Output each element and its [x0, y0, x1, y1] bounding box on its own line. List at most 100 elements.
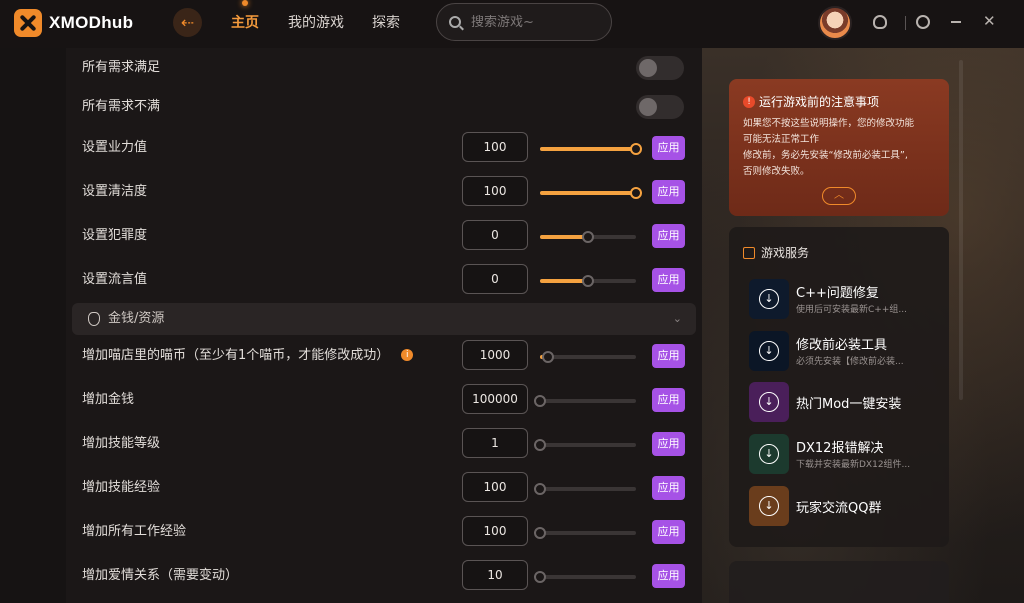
apply-button[interactable]: 应用: [652, 388, 685, 412]
service-description: 下载并安装最新DX12组件...: [796, 460, 911, 470]
option-label: 增加金钱: [82, 378, 134, 422]
option-label: 设置流言值: [82, 258, 147, 302]
section-title: 金钱/资源: [108, 311, 165, 326]
minimize-icon[interactable]: [951, 21, 961, 23]
chevron-up-icon: ︿: [834, 190, 844, 201]
apply-button[interactable]: 应用: [652, 432, 685, 456]
top-bar: XMODhub ⇠ 主页 我的游戏 探索 ✕: [0, 0, 1024, 48]
search-input[interactable]: [471, 14, 601, 30]
apply-button[interactable]: 应用: [652, 268, 685, 292]
slider-knob[interactable]: [534, 571, 546, 583]
service-name: 修改前必装工具: [796, 338, 888, 353]
back-button[interactable]: ⇠: [173, 8, 202, 37]
money-bag-icon: [88, 312, 100, 326]
services-title-text: 游戏服务: [761, 246, 810, 260]
service-description: 使用后可安装最新C++组...: [796, 305, 907, 315]
option-label: 增加所有工作经验: [82, 510, 186, 554]
toggle-switch[interactable]: [636, 56, 684, 80]
service-thumbnail: ↓: [749, 434, 789, 474]
value-input[interactable]: 100000: [462, 384, 528, 414]
value-slider[interactable]: [534, 395, 636, 407]
close-icon[interactable]: ✕: [983, 12, 996, 30]
value-slider[interactable]: [534, 483, 636, 495]
service-item[interactable]: ↓ 修改前必装工具 必须先安装【修改前必装...: [749, 331, 945, 371]
notice-line: 可能无法正常工作: [743, 134, 820, 145]
apply-button[interactable]: 应用: [652, 136, 685, 160]
value-input[interactable]: 100: [462, 176, 528, 206]
notice-title-text: 运行游戏前的注意事项: [759, 95, 880, 109]
slider-knob[interactable]: [582, 275, 594, 287]
option-label: 增加喵店里的喵币（至少有1个喵币，才能修改成功） i: [82, 334, 414, 378]
value-slider[interactable]: [534, 571, 636, 583]
value-slider[interactable]: [540, 275, 636, 287]
value-slider[interactable]: [540, 231, 636, 243]
option-label: 所有需求满足: [82, 48, 160, 90]
value-input[interactable]: 100: [462, 132, 528, 162]
option-row: 增加喵店里的喵币（至少有1个喵币，才能修改成功） i 1000 应用: [66, 334, 702, 378]
notice-line: 修改前，务必先安装“修改前必装工具”,: [743, 150, 908, 161]
value-input[interactable]: 100: [462, 472, 528, 502]
apply-button[interactable]: 应用: [652, 180, 685, 204]
option-row: 设置清洁度 100 应用: [66, 170, 702, 214]
value-slider[interactable]: [534, 439, 636, 451]
value-slider[interactable]: [534, 527, 636, 539]
option-row: 增加所有工作经验 100 应用: [66, 510, 702, 554]
toggle-switch[interactable]: [636, 95, 684, 119]
option-row: 所有需求不满: [66, 85, 702, 129]
slider-knob[interactable]: [630, 143, 642, 155]
service-description: 必须先安装【修改前必装...: [796, 357, 904, 367]
headset-icon[interactable]: [873, 15, 887, 29]
option-row: 增加金钱 100000 应用: [66, 378, 702, 422]
search-box[interactable]: [436, 3, 612, 41]
slider-knob[interactable]: [534, 483, 546, 495]
nav-my-games[interactable]: 我的游戏: [288, 12, 344, 32]
option-label-text: 所有需求不满: [82, 99, 161, 114]
slider-knob[interactable]: [582, 231, 594, 243]
slider-knob[interactable]: [541, 351, 554, 363]
apply-button[interactable]: 应用: [652, 224, 685, 248]
nav-home[interactable]: 主页: [231, 12, 259, 32]
service-item[interactable]: ↓ 热门Mod一键安装: [749, 382, 945, 422]
slider-fill: [540, 235, 588, 239]
slider-knob[interactable]: [630, 187, 642, 199]
option-label: 增加技能经验: [82, 466, 160, 510]
option-row: 设置流言值 0 应用: [66, 258, 702, 302]
apply-button[interactable]: 应用: [652, 344, 685, 368]
option-label-text: 增加所有工作经验: [82, 524, 187, 539]
value-input[interactable]: 0: [462, 220, 528, 250]
notice-title: ! 运行游戏前的注意事项: [743, 93, 879, 110]
service-name: C++问题修复: [796, 286, 879, 301]
slider-knob[interactable]: [534, 395, 546, 407]
slider-knob[interactable]: [534, 527, 546, 539]
settings-icon[interactable]: [916, 15, 930, 29]
info-icon[interactable]: i: [401, 348, 414, 361]
option-row: 所有需求满足: [66, 48, 702, 90]
collapse-button[interactable]: ︿: [822, 187, 856, 205]
value-input[interactable]: 1000: [462, 340, 528, 370]
service-item[interactable]: ↓ 玩家交流QQ群: [749, 486, 945, 526]
apply-button[interactable]: 应用: [652, 564, 685, 588]
value-input[interactable]: 0: [462, 264, 528, 294]
app-logo[interactable]: XMODhub: [14, 9, 133, 37]
section-money-resources[interactable]: 金钱/资源 ⌄: [72, 303, 696, 335]
user-avatar[interactable]: [818, 6, 852, 40]
notice-body: 如果您不按这些说明操作，您的修改功能 可能无法正常工作 修改前，务必先安装“修改…: [743, 116, 943, 180]
slider-fill: [540, 279, 588, 283]
value-input[interactable]: 10: [462, 560, 528, 590]
service-item[interactable]: ↓ DX12报错解决 下载并安装最新DX12组件...: [749, 434, 945, 474]
value-slider[interactable]: [540, 143, 642, 155]
value-input[interactable]: 1: [462, 428, 528, 458]
apply-button[interactable]: 应用: [652, 520, 685, 544]
slider-knob[interactable]: [534, 439, 546, 451]
apply-button[interactable]: 应用: [652, 476, 685, 500]
value-input[interactable]: 100: [462, 516, 528, 546]
toolbar-divider: [905, 16, 906, 30]
option-label-text: 所有需求满足: [82, 60, 161, 75]
option-row: 设置犯罪度 0 应用: [66, 214, 702, 258]
option-label-text: 设置流言值: [82, 272, 148, 287]
value-slider[interactable]: [540, 187, 642, 199]
value-slider[interactable]: [540, 351, 636, 363]
service-item[interactable]: ↓ C++问题修复 使用后可安装最新C++组...: [749, 279, 945, 319]
sidebar-scrollbar[interactable]: [959, 60, 963, 400]
nav-explore[interactable]: 探索: [372, 12, 400, 32]
